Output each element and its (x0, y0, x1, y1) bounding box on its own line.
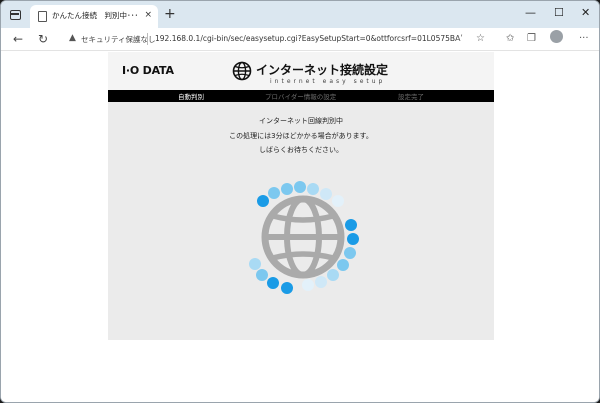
step-indicator: 自動判別 プロバイダー情報の設定 設定完了 (108, 90, 494, 102)
tab-title: かんたん接続 判別中･･･ (52, 11, 138, 20)
refresh-icon[interactable]: ↻ (38, 31, 48, 47)
favorites-list-icon[interactable]: ✩ (506, 32, 514, 46)
collections-icon[interactable]: ❐ (527, 32, 536, 46)
spinner-dot (307, 183, 319, 195)
tab-close-icon[interactable]: × (144, 10, 152, 20)
loading-spinner (249, 181, 359, 294)
spinner-dot (267, 277, 279, 289)
favorite-star-icon[interactable]: ☆ (476, 32, 485, 46)
spinner-dot (332, 195, 344, 207)
back-arrow-icon[interactable]: ← (13, 31, 23, 47)
wait-message: しばらくお待ちください。 (259, 146, 343, 154)
step-auto-detect: 自動判別 (178, 93, 204, 101)
new-tab-button[interactable]: + (164, 6, 176, 22)
spinner-dot (268, 187, 280, 199)
maximize-button[interactable]: ☐ (554, 6, 564, 20)
spinner-dot (281, 282, 293, 294)
globe-icon (232, 61, 252, 81)
profile-avatar[interactable] (550, 30, 563, 43)
page-content: I·O DATA インターネット接続設定 internet easy setup… (1, 52, 599, 402)
address-bar: ← ↻ ▲ セキュリティ保護なし 192.168.0.1/cgi-bin/sec… (1, 28, 599, 51)
spinner-dot (315, 276, 327, 288)
setup-header: I·O DATA インターネット接続設定 internet easy setup (108, 52, 494, 90)
spinner-dot (344, 247, 356, 259)
spinner-dot (249, 258, 261, 270)
spinner-dot (320, 188, 332, 200)
browser-tab[interactable]: かんたん接続 判別中･･･ × (30, 5, 158, 28)
duration-message: この処理には3分ほどかかる場合があります。 (229, 132, 373, 140)
step-provider-info: プロバイダー情報の設定 (265, 93, 337, 101)
close-window-button[interactable]: ✕ (581, 6, 590, 20)
url-text[interactable]: 192.168.0.1/cgi-bin/sec/easysetup.cgi?Ea… (155, 34, 455, 43)
more-menu-icon[interactable]: ··· (579, 32, 589, 46)
spinner-dot (327, 269, 339, 281)
globe-icon (261, 195, 345, 279)
warning-triangle-icon[interactable]: ▲ (69, 33, 76, 43)
spinner-dot (302, 279, 314, 291)
spinner-dot (345, 219, 357, 231)
setup-panel: I·O DATA インターネット接続設定 internet easy setup… (108, 52, 494, 340)
tab-actions-icon[interactable] (10, 10, 21, 20)
url-field[interactable]: ▲ セキュリティ保護なし 192.168.0.1/cgi-bin/sec/eas… (63, 30, 503, 49)
spinner-dot (347, 233, 359, 245)
spinner-dot (257, 195, 269, 207)
status-message: インターネット回線判別中 (259, 117, 343, 125)
page-subtitle: internet easy setup (270, 78, 386, 85)
security-status[interactable]: セキュリティ保護なし (81, 34, 156, 45)
spinner-dot (256, 269, 268, 281)
page-title: インターネット接続設定 (256, 63, 389, 77)
step-complete: 設定完了 (398, 93, 424, 101)
brand-logo: I·O DATA (122, 64, 174, 77)
page-favicon-icon (38, 11, 47, 22)
spinner-dot (337, 259, 349, 271)
spinner-dot (294, 181, 306, 193)
browser-window: かんたん接続 判別中･･･ × + — ☐ ✕ ← ↻ ▲ セキュリティ保護なし… (0, 0, 600, 403)
minimize-button[interactable]: — (525, 6, 536, 20)
spinner-dot (281, 183, 293, 195)
title-bar: かんたん接続 判別中･･･ × + — ☐ ✕ (1, 1, 599, 28)
read-aloud-icon[interactable]: Aʹ (455, 32, 463, 46)
url-separator (147, 33, 148, 45)
